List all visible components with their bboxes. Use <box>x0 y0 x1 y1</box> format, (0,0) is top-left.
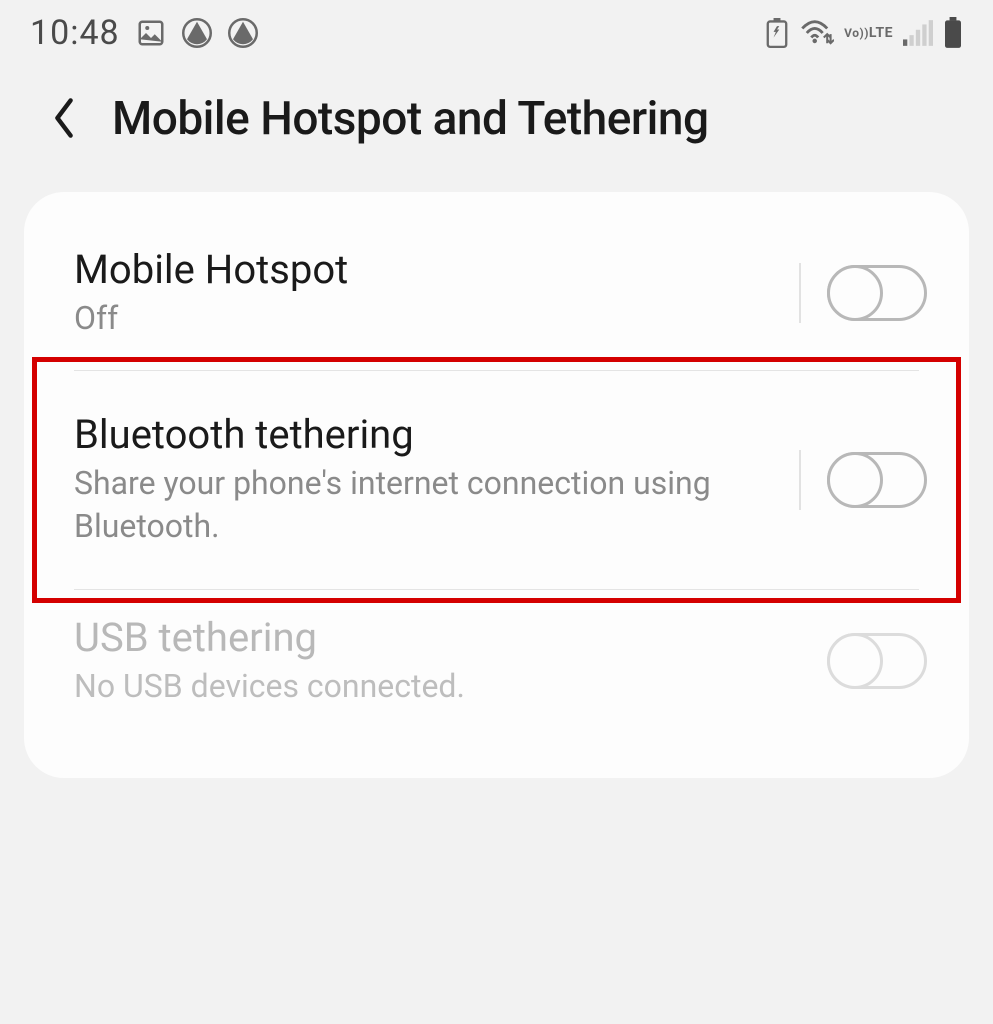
mobile-hotspot-toggle[interactable] <box>827 265 927 321</box>
toggle-knob <box>827 265 883 321</box>
toggle-wrap <box>827 633 927 689</box>
row-body: Mobile Hotspot Off <box>74 246 799 340</box>
row-mobile-hotspot[interactable]: Mobile Hotspot Off <box>24 222 969 370</box>
toggle-knob <box>827 452 883 508</box>
row-body: Bluetooth tethering Share your phone's i… <box>74 411 799 548</box>
app-badge-icon <box>182 18 212 48</box>
usb-tethering-toggle <box>827 633 927 689</box>
toggle-wrap <box>799 450 927 510</box>
vertical-separator <box>799 263 801 323</box>
row-title: Bluetooth tethering <box>74 411 779 458</box>
row-subtitle: Share your phone's internet connection u… <box>74 462 779 548</box>
settings-card: Mobile Hotspot Off Bluetooth tethering S… <box>24 192 969 778</box>
signal-icon <box>903 20 933 46</box>
page-title: Mobile Hotspot and Tethering <box>112 92 709 146</box>
row-title: Mobile Hotspot <box>74 246 779 293</box>
row-usb-tethering: USB tethering No USB devices connected. <box>24 590 969 738</box>
status-right: Vo)) LTE <box>764 17 963 49</box>
wifi-icon <box>800 19 834 47</box>
row-title: USB tethering <box>74 614 807 661</box>
bluetooth-tethering-toggle[interactable] <box>827 452 927 508</box>
recycle-battery-icon <box>764 18 790 48</box>
row-bluetooth-tethering[interactable]: Bluetooth tethering Share your phone's i… <box>24 371 969 588</box>
toggle-wrap <box>799 263 927 323</box>
row-subtitle: Off <box>74 297 779 340</box>
back-button[interactable] <box>40 95 88 143</box>
status-left: 10:48 <box>30 13 258 53</box>
row-subtitle: No USB devices connected. <box>74 665 807 708</box>
page-header: Mobile Hotspot and Tethering <box>0 60 993 192</box>
app-badge-icon <box>228 18 258 48</box>
volte-icon: Vo)) LTE <box>844 26 893 40</box>
image-icon <box>136 18 166 48</box>
battery-icon <box>943 17 963 49</box>
status-clock: 10:48 <box>30 13 120 53</box>
toggle-knob <box>827 633 883 689</box>
status-bar: 10:48 <box>0 0 993 60</box>
vertical-separator <box>799 450 801 510</box>
row-body: USB tethering No USB devices connected. <box>74 614 827 708</box>
chevron-left-icon <box>49 96 79 143</box>
